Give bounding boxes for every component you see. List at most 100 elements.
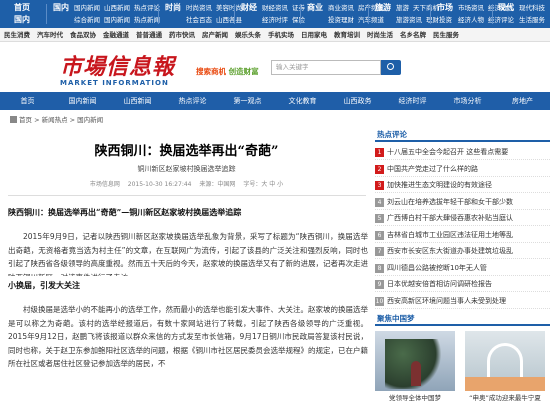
- hot-comment-item[interactable]: 10 西安高新区环境问题当事人未受到处理: [375, 294, 550, 309]
- hot-comment-link[interactable]: 日本优越安倍首相访问调研检报告: [387, 280, 492, 288]
- subnav-link[interactable]: 日用家电: [301, 31, 327, 39]
- topnav-link[interactable]: 现代科技: [519, 4, 545, 12]
- topnav-group-modern: 现代 现代科技 生活服务: [495, 2, 549, 26]
- subnav-link[interactable]: 药市快讯: [169, 31, 195, 39]
- topnav-group-title[interactable]: 旅游: [372, 2, 394, 26]
- topnav-group-market: 市场 市场资讯 经济动态 经济人物 经济评论: [434, 2, 514, 26]
- photo-caption[interactable]: “申奥”成功迎来最牛宁夏: [465, 392, 545, 402]
- topnav-divider: [300, 4, 301, 24]
- subnav-link[interactable]: 民生服务: [433, 31, 459, 39]
- topnav-group-business: 商业 商业资讯 房产频道 投资理财 汽车频道: [304, 2, 384, 26]
- topnav-group-title[interactable]: 国内: [50, 2, 72, 26]
- hot-comment-link[interactable]: 广西博白村干部大肆侵吞惠农补贴当庭认: [387, 214, 513, 222]
- subnav-link[interactable]: 汽车时代: [37, 31, 63, 39]
- hot-comment-link[interactable]: 十八届五中全会今起召开 这些看点需要: [387, 148, 508, 156]
- subnav-link[interactable]: 时尚生活: [367, 31, 393, 39]
- mainnav-item[interactable]: 国内新闻: [55, 92, 110, 110]
- topnav-home-label[interactable]: 首页: [2, 2, 42, 14]
- site-logo[interactable]: 市場信息報 MARKET INFORMATION: [60, 49, 175, 87]
- topnav-link[interactable]: 旅游: [396, 4, 409, 12]
- topnav-link[interactable]: 热点评论: [134, 4, 160, 12]
- mainnav-item[interactable]: 山西新闻: [110, 92, 165, 110]
- hot-comment-item[interactable]: 5 广西博白村干部大肆侵吞惠农补贴当庭认: [375, 211, 550, 226]
- subnav-link[interactable]: 金融通道: [103, 31, 129, 39]
- hot-comment-item[interactable]: 8 四川德昌公路被挖断10年无人管: [375, 261, 550, 276]
- mainnav-item[interactable]: 首页: [0, 92, 55, 110]
- topnav-link[interactable]: 时尚资讯: [186, 4, 212, 12]
- topnav-link[interactable]: 生活服务: [519, 16, 545, 24]
- news-photo[interactable]: [375, 331, 455, 391]
- article-source: 来源：中国网: [199, 181, 236, 188]
- topnav-group-title[interactable]: 市场: [434, 2, 456, 26]
- hot-comment-item[interactable]: 1 十八届五中全会今起召开 这些看点需要: [375, 145, 550, 160]
- topnav-group-title[interactable]: 时尚: [162, 2, 184, 26]
- topnav-link[interactable]: 经济人物: [458, 16, 484, 24]
- topnav-home[interactable]: 首页 国内: [2, 2, 42, 26]
- topnav-link[interactable]: 经济时评: [262, 16, 288, 24]
- subnav-link[interactable]: 房产新闻: [202, 31, 228, 39]
- news-photo[interactable]: [465, 331, 545, 391]
- article-main: 陕西铜川：换届选举再出“奇葩” 铜川新区赵家坡村换届选举追踪 市场信息网 201…: [0, 127, 373, 409]
- hot-comment-link[interactable]: 西安高新区环境问题当事人未受到处理: [387, 297, 506, 305]
- topnav-home-sub[interactable]: 国内: [2, 14, 42, 26]
- hot-comment-item[interactable]: 7 西安市长安区东大街道办事处建筑垃圾乱: [375, 244, 550, 259]
- hot-comment-item[interactable]: 3 加快推进生态文明建设的有效途径: [375, 178, 550, 193]
- hot-comment-link[interactable]: 加快推进生态文明建设的有效途径: [387, 181, 492, 189]
- hot-comment-link[interactable]: 吉林省白城市工业园区违法征用土地等乱: [387, 231, 513, 239]
- subnav-link[interactable]: 手机实场: [268, 31, 294, 39]
- topnav-link[interactable]: 山西新闻: [104, 4, 130, 12]
- hot-comment-item[interactable]: 4 刘云山在培养选拔年轻干部和女干部少数: [375, 195, 550, 210]
- subnav-link[interactable]: 娱乐头条: [235, 31, 261, 39]
- article-paragraph: 2015年9月9日，记者以陕西铜川新区赵家坡换届选举乱象为背景，采写了标题为“陕…: [8, 232, 368, 276]
- breadcrumb-text[interactable]: 首页 > 新闻热点 > 国内新闻: [19, 116, 103, 124]
- topnav-link[interactable]: 投资理财: [328, 16, 354, 24]
- topnav-group-title[interactable]: 现代: [495, 2, 517, 26]
- hot-comment-link[interactable]: 西安市长安区东大街道办事处建筑垃圾乱: [387, 247, 513, 255]
- topnav-link[interactable]: 旅游资讯: [396, 16, 422, 24]
- mainnav-item[interactable]: 热点评论: [165, 92, 220, 110]
- font-size-options[interactable]: 字号：大 中 小: [243, 181, 283, 188]
- search-input[interactable]: 输入关键字: [271, 60, 381, 75]
- rank-badge: 6: [375, 230, 384, 240]
- hot-comment-link[interactable]: 中国共产党走过了什么样的路: [387, 165, 478, 173]
- article-divider: [8, 195, 366, 196]
- top-navigation-bar: 首页 国内 国内 国内新闻 山西新闻 热点评论 综合新闻 国内新闻 热点新闻 时尚 时尚…: [0, 0, 550, 28]
- article-subtitle: 铜川新区赵家坡村换届选举追踪: [137, 165, 236, 173]
- subnav-link[interactable]: 名乡名牌: [400, 31, 426, 39]
- topnav-link[interactable]: 热点新闻: [134, 16, 160, 24]
- mainnav-item[interactable]: 第一观点: [220, 92, 275, 110]
- subnav-link[interactable]: 民生消费: [4, 31, 30, 39]
- subnav-link[interactable]: 教育培训: [334, 31, 360, 39]
- mainnav-item[interactable]: 山西政务: [330, 92, 385, 110]
- subnav-link[interactable]: 食品双协: [70, 31, 96, 39]
- topnav-link[interactable]: 商业资讯: [328, 4, 354, 12]
- topnav-group-title[interactable]: 财经: [238, 2, 260, 26]
- topnav-group-title[interactable]: 商业: [304, 2, 326, 26]
- topnav-link[interactable]: 综合新闻: [74, 16, 100, 24]
- topnav-link[interactable]: 社会百态: [186, 16, 212, 24]
- photo-caption[interactable]: 党领导全体中国梦: [375, 392, 455, 402]
- rank-badge: 5: [375, 214, 384, 223]
- mainnav-item[interactable]: 文化教育: [275, 92, 330, 110]
- topnav-link[interactable]: 国内新闻: [104, 16, 130, 24]
- hot-comment-link[interactable]: 四川德昌公路被挖断10年无人管: [387, 264, 487, 272]
- article-paragraph: 村级换届是选举小的不能再小的选举工作，然而最小的选举也能引发大事件、大关注。赵家…: [8, 305, 368, 368]
- photo-figure: [411, 361, 421, 386]
- article-lead: 陕西铜川：换届选举再出“奇葩”—铜川新区赵家坡村换届选举追踪: [8, 207, 242, 217]
- hot-comment-item[interactable]: 9 日本优越安倍首相访问调研检报告: [375, 277, 550, 292]
- site-slogan: 搜索商机 创造财富: [196, 66, 259, 77]
- hot-comment-item[interactable]: 6 吉林省白城市工业园区违法征用土地等乱: [375, 228, 550, 243]
- hot-comment-link[interactable]: 刘云山在培养选拔年轻干部和女干部少数: [387, 198, 513, 206]
- logo-chinese: 市場信息報: [60, 54, 176, 80]
- topnav-link[interactable]: 国内新闻: [74, 4, 100, 12]
- subnav-link[interactable]: 普普通通: [136, 31, 162, 39]
- mainnav-item[interactable]: 经济时评: [385, 92, 440, 110]
- mainnav-item[interactable]: 市场分析: [440, 92, 495, 110]
- mainnav-item[interactable]: 房地产: [495, 92, 550, 110]
- topnav-link[interactable]: 财经资讯: [262, 4, 288, 12]
- search-icon[interactable]: [381, 60, 401, 75]
- hot-comment-item[interactable]: 2 中国共产党走过了什么样的路: [375, 162, 550, 177]
- rank-badge: 7: [375, 247, 384, 256]
- topnav-link[interactable]: 市场资讯: [458, 4, 484, 12]
- slogan-part-a: 搜索商机: [196, 67, 226, 76]
